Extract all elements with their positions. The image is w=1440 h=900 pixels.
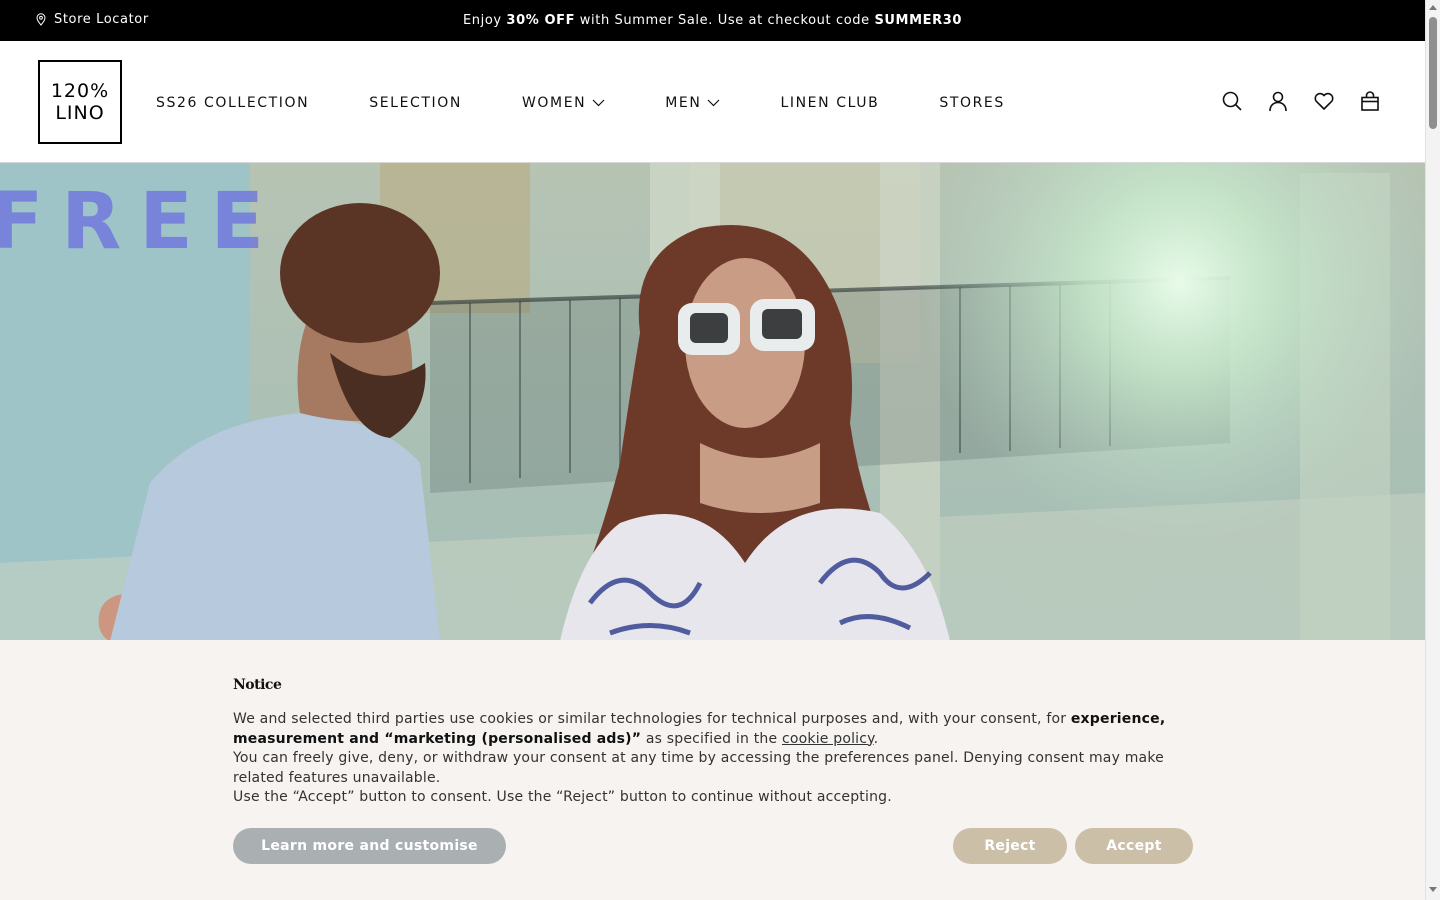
cookie-text-start: We and selected third parties use cookie… [233, 711, 1071, 727]
scroll-up-arrow-icon[interactable] [1429, 5, 1437, 10]
cookie-text-p2: You can freely give, deny, or withdraw y… [233, 750, 1164, 786]
cookie-notice-text: We and selected third parties use cookie… [233, 710, 1208, 808]
promo-code: SUMMER30 [874, 13, 963, 28]
brand-logo[interactable]: 120% LINO [38, 60, 122, 144]
hero-banner[interactable]: FREE SOL [0, 163, 1425, 641]
nav-item-women[interactable]: WOMEN [522, 95, 605, 111]
promo-middle: with Summer Sale. Use at checkout code [575, 13, 875, 28]
header-icons [1221, 90, 1381, 112]
scrollbar-thumb[interactable] [1429, 17, 1437, 129]
nav-label: LINEN CLUB [780, 95, 880, 111]
chevron-down-icon [592, 99, 605, 107]
site-header: 120% LINO SS26 COLLECTION SELECTION WOME… [0, 41, 1425, 163]
logo-line-1: 120% [50, 80, 110, 102]
cookie-text-p3: Use the “Accept” button to consent. Use … [233, 789, 892, 806]
promo-discount: 30% OFF [506, 13, 576, 28]
hero-image: FREE SOL [0, 163, 1425, 641]
nav-item-selection[interactable]: SELECTION [369, 95, 462, 111]
cookie-notice-title: Notice [233, 677, 282, 693]
cookie-text-mid: as specified in the [641, 730, 782, 747]
nav-item-linen-club[interactable]: LINEN CLUB [780, 95, 879, 111]
nav-item-ss26-collection[interactable]: SS26 COLLECTION [156, 95, 309, 111]
promo-prefix: Enjoy [462, 13, 507, 28]
reject-button[interactable]: Reject [953, 828, 1067, 864]
chevron-down-icon [708, 99, 720, 107]
cookie-notice: Notice We and selected third parties use… [0, 640, 1425, 900]
wishlist-icon[interactable] [1313, 90, 1335, 112]
nav-label: SELECTION [369, 95, 462, 111]
bag-icon[interactable] [1359, 90, 1381, 112]
nav-item-men[interactable]: MEN [665, 95, 720, 111]
learn-more-button[interactable]: Learn more and customise [233, 828, 506, 864]
announcement-bar: Store Locator Enjoy 30% OFF with Summer … [0, 0, 1425, 41]
nav-item-stores[interactable]: STORES [939, 95, 1005, 111]
logo-line-2: LINO [55, 102, 105, 124]
account-icon[interactable] [1267, 90, 1289, 112]
page-scrollbar[interactable] [1425, 0, 1440, 900]
hero-overlay-text-top: FREE [0, 177, 282, 267]
promo-message: Enjoy 30% OFF with Summer Sale. Use at c… [0, 13, 1425, 28]
nav-label: WOMEN [521, 95, 587, 111]
scroll-down-arrow-icon[interactable] [1429, 887, 1437, 892]
nav-label: MEN [665, 95, 702, 111]
search-icon[interactable] [1221, 90, 1243, 112]
accept-button[interactable]: Accept [1075, 828, 1193, 864]
nav-label: SS26 COLLECTION [156, 95, 310, 111]
main-nav: SS26 COLLECTION SELECTION WOMEN MEN LINE… [156, 95, 1005, 111]
cookie-text-end: . [873, 730, 879, 747]
cookie-policy-link[interactable]: cookie policy [782, 731, 874, 747]
nav-label: STORES [939, 95, 1005, 111]
